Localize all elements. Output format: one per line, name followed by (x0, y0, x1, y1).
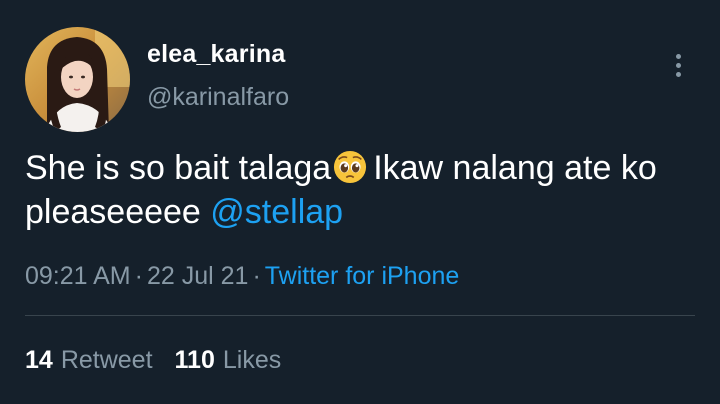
tweet-source-link[interactable]: Twitter for iPhone (265, 262, 460, 290)
display-name[interactable]: elea_karina (147, 40, 285, 69)
more-dot (675, 53, 681, 59)
user-handle[interactable]: @karinalfaro (147, 83, 289, 112)
divider (25, 315, 695, 316)
likes-count: 110 (174, 346, 215, 374)
more-options-icon[interactable] (666, 48, 690, 82)
meta-separator: · (134, 262, 143, 290)
tweet-text-part1: She is so bait talaga (25, 149, 332, 187)
retweets-count: 14 (25, 346, 53, 374)
more-dot (675, 62, 681, 68)
tweet-date[interactable]: 22 Jul 21 (147, 262, 248, 290)
tweet-time[interactable]: 09:21 AM (25, 262, 131, 290)
avatar[interactable] (25, 27, 130, 132)
likes-stat[interactable]: 110 Likes (175, 346, 282, 375)
tweet-text: She is so bait talaga Ikaw nalang ate ko… (25, 146, 695, 234)
pleading-face-emoji-icon (333, 150, 367, 184)
more-dot (675, 71, 681, 77)
profile-photo-icon (25, 27, 130, 132)
tweet-meta: 09:21 AM · 22 Jul 21 · Twitter for iPhone (25, 262, 459, 291)
likes-label: Likes (222, 346, 282, 374)
retweets-label: Retweet (60, 346, 153, 374)
meta-separator: · (252, 262, 261, 290)
retweets-stat[interactable]: 14 Retweet (25, 346, 153, 375)
tweet-stats: 14 Retweet 110 Likes (25, 346, 281, 375)
mention-link[interactable]: @stellap (210, 193, 343, 231)
